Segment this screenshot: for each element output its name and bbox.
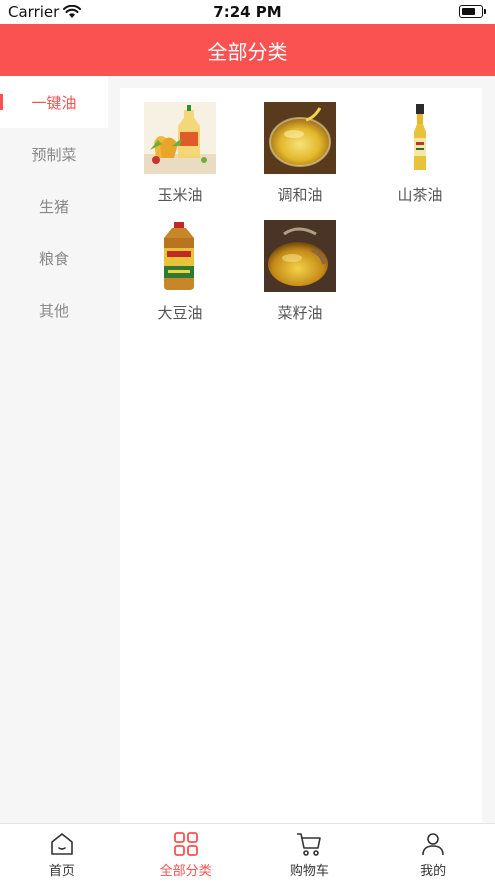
tab-label: 全部分类 [159, 864, 212, 879]
camellia-oil-image [384, 102, 456, 174]
sidebar-item-other[interactable]: 其他 [0, 284, 108, 336]
category-sidebar: 一键油 预制菜 生猪 粮食 其他 [0, 76, 108, 823]
product-name: 调和油 [277, 186, 323, 204]
sidebar-item-label: 一键油 [31, 93, 77, 112]
product-soybean-oil[interactable]: 大豆油 [120, 220, 240, 322]
sidebar-item-label: 预制菜 [31, 145, 77, 164]
sidebar-item-prepared-dishes[interactable]: 预制菜 [0, 128, 108, 180]
blended-oil-image [264, 102, 336, 174]
home-icon [51, 833, 73, 855]
sidebar-item-label: 生猪 [38, 197, 69, 216]
product-rapeseed-oil[interactable]: 菜籽油 [240, 220, 360, 322]
product-blended-oil[interactable]: 调和油 [240, 102, 360, 204]
product-grid: 玉米油 调和油 山茶油 大豆油 菜籽油 [120, 88, 482, 322]
sidebar-item-label: 粮食 [38, 249, 69, 268]
tab-categories[interactable]: 全部分类 [124, 824, 248, 882]
sidebar-item-live-pig[interactable]: 生猪 [0, 180, 108, 232]
status-time: 7:24 PM [213, 3, 282, 21]
tab-profile[interactable]: 我的 [371, 824, 495, 882]
cart-icon [297, 833, 322, 856]
product-name: 大豆油 [157, 304, 203, 322]
sidebar-item-oil[interactable]: 一键油 [0, 76, 108, 128]
tab-label: 购物车 [289, 864, 329, 879]
tab-cart[interactable]: 购物车 [248, 824, 372, 882]
soybean-oil-image [144, 220, 216, 292]
product-panel: 玉米油 调和油 山茶油 大豆油 菜籽油 [120, 88, 482, 823]
categories-grid-icon [173, 832, 198, 856]
product-corn-oil[interactable]: 玉米油 [120, 102, 240, 204]
product-camellia-oil[interactable]: 山茶油 [360, 102, 480, 204]
tab-home[interactable]: 首页 [0, 824, 124, 882]
product-name: 菜籽油 [277, 304, 323, 322]
page-header: 全部分类 [0, 24, 495, 76]
page-title: 全部分类 [207, 39, 288, 64]
bottom-tab-bar: 首页 全部分类 购物车 我的 [0, 823, 495, 882]
status-bar: Carrier 7:24 PM [0, 0, 495, 24]
battery-icon [459, 5, 486, 18]
product-name: 山茶油 [397, 186, 443, 204]
rapeseed-oil-image [264, 220, 336, 292]
tab-label: 我的 [420, 864, 447, 879]
product-name: 玉米油 [157, 186, 203, 204]
sidebar-item-label: 其他 [38, 301, 69, 320]
sidebar-item-grain[interactable]: 粮食 [0, 232, 108, 284]
user-icon [422, 833, 444, 856]
tab-label: 首页 [48, 864, 75, 879]
corn-oil-image [144, 102, 216, 174]
